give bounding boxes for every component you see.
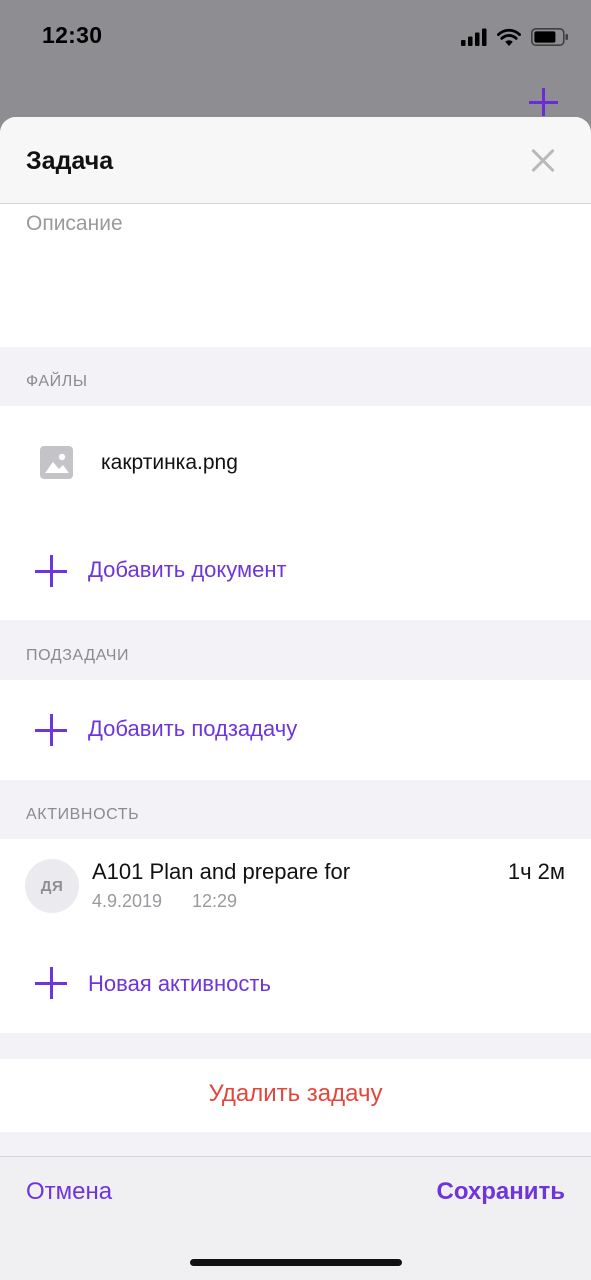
activity-date: 4.9.2019 xyxy=(92,891,163,911)
signal-icon xyxy=(461,28,487,46)
file-name: какртинка.png xyxy=(101,451,238,474)
activity-duration: 1ч 2м xyxy=(507,859,565,884)
activity-section: ДЯ A101 Plan and prepare for 1ч 2м 4.9.2… xyxy=(0,839,591,1033)
description-section: Описание xyxy=(0,204,591,347)
sheet-title: Задача xyxy=(26,147,114,175)
image-file-icon xyxy=(40,446,73,479)
activity-section-label: АКТИВНОСТЬ xyxy=(26,806,140,823)
subtasks-section-label: ПОДЗАДАЧИ xyxy=(26,647,130,664)
avatar: ДЯ xyxy=(25,859,79,913)
close-icon[interactable] xyxy=(526,144,560,178)
files-section: какртинка.png Добавить документ xyxy=(0,406,591,620)
subtasks-section: Добавить подзадачу xyxy=(0,680,591,780)
wifi-icon xyxy=(497,28,521,46)
new-activity-label: Новая активность xyxy=(88,971,271,996)
bottom-toolbar: Отмена Сохранить xyxy=(0,1156,591,1280)
home-indicator[interactable] xyxy=(190,1259,402,1266)
add-document-label: Добавить документ xyxy=(88,557,287,582)
status-icons xyxy=(461,26,569,48)
activity-time: 12:29 xyxy=(192,891,238,911)
sheet-header: Задача xyxy=(0,117,591,204)
status-time: 12:30 xyxy=(42,22,103,48)
status-bar: 12:30 xyxy=(0,0,591,72)
add-task-icon[interactable] xyxy=(524,82,564,122)
files-section-label: ФАЙЛЫ xyxy=(26,373,88,390)
cancel-button[interactable]: Отмена xyxy=(26,1178,112,1206)
plus-icon xyxy=(34,713,68,747)
delete-task-button[interactable]: Удалить задачу xyxy=(0,1080,591,1108)
plus-icon xyxy=(34,966,68,1000)
plus-icon xyxy=(34,554,68,588)
delete-section: Удалить задачу xyxy=(0,1059,591,1132)
task-sheet: Задача Описание ФАЙЛЫ какртинка.png Доба… xyxy=(0,117,591,1280)
save-button[interactable]: Сохранить xyxy=(436,1178,565,1206)
battery-icon xyxy=(531,28,568,46)
add-subtask-label: Добавить подзадачу xyxy=(88,716,298,741)
description-field[interactable]: Описание xyxy=(26,212,123,236)
activity-title: A101 Plan and prepare for xyxy=(92,859,351,884)
